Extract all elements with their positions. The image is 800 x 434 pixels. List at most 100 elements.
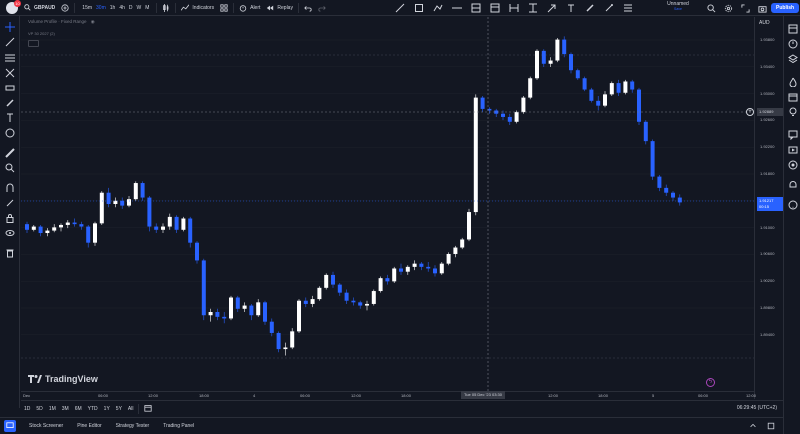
layouts-button[interactable] (217, 0, 231, 16)
candle-body (337, 284, 342, 293)
range-6m[interactable]: 6M (72, 406, 85, 412)
notifications-icon[interactable] (787, 179, 798, 190)
short-position-icon[interactable] (489, 2, 500, 13)
symbol-search[interactable]: GBPAUD (21, 0, 58, 16)
indicator-legend[interactable]: Volume Profile · Fixed Range ◉ (28, 19, 95, 25)
calendar-icon[interactable] (787, 91, 798, 102)
brush-icon[interactable] (584, 2, 595, 13)
camera-icon[interactable] (757, 3, 768, 14)
interval-d[interactable]: D (127, 5, 135, 11)
path-icon[interactable] (432, 2, 443, 13)
tab-trading-panel[interactable]: Trading Panel (156, 423, 201, 429)
chat-icon[interactable] (787, 129, 798, 140)
interval-4h[interactable]: 4h (117, 5, 127, 11)
maximize-panel-icon[interactable] (767, 422, 775, 432)
collapse-legend-button[interactable] (28, 40, 39, 47)
clock-timezone[interactable]: 06:29:45 (UTC+2) (737, 405, 777, 411)
range-5d[interactable]: 5D (33, 406, 45, 412)
trash-icon[interactable] (4, 247, 16, 259)
quick-search-icon[interactable] (706, 3, 717, 14)
rectangle-icon[interactable] (413, 2, 424, 13)
crosshair-icon[interactable] (4, 21, 16, 33)
price-chart[interactable] (21, 17, 754, 391)
pattern-tool-icon[interactable] (4, 82, 16, 94)
pitchfork-tool-icon[interactable] (4, 67, 16, 79)
undo-button[interactable] (301, 0, 315, 16)
range-1y[interactable]: 1Y (101, 406, 113, 412)
indicators-button[interactable]: Indicators (178, 0, 217, 16)
text-icon[interactable] (565, 2, 576, 13)
help-icon[interactable] (787, 199, 798, 210)
range-1d[interactable]: 1D (21, 406, 33, 412)
emoji-icon[interactable] (4, 127, 16, 139)
compare-button[interactable] (58, 0, 72, 16)
time-axis[interactable]: Dec 06:00 12:00 18:00 4 06:00 12:00 18:00 12:00 1… (21, 391, 756, 400)
streams-icon[interactable] (787, 144, 798, 155)
range-3m[interactable]: 3M (59, 406, 72, 412)
publish-button[interactable]: Publish (771, 3, 800, 13)
candle-body (541, 50, 546, 64)
settings-gear-icon[interactable] (723, 3, 734, 14)
date-range-icon[interactable] (508, 2, 519, 13)
alerts-clock-icon[interactable] (787, 38, 798, 49)
range-all[interactable]: All (125, 406, 137, 412)
goto-date-icon[interactable] (144, 404, 153, 414)
divider (233, 2, 235, 13)
redo-button[interactable] (315, 0, 329, 16)
text-tool-icon[interactable] (4, 112, 16, 124)
fullscreen-icon[interactable] (740, 3, 751, 14)
zoom-in-icon[interactable] (4, 162, 16, 174)
trend-line-tool-icon[interactable] (4, 36, 16, 48)
replay-button[interactable]: Replay (263, 0, 296, 16)
lock-icon[interactable] (4, 212, 16, 224)
tab-stock-screener[interactable]: Stock Screener (22, 423, 70, 429)
interval-m[interactable]: M (143, 5, 151, 11)
fib-icon[interactable] (622, 2, 633, 13)
brush-tool-icon[interactable] (4, 97, 16, 109)
lightning-icon[interactable]: ϟ (706, 378, 715, 387)
arrow-marker-icon[interactable] (546, 2, 557, 13)
interval-w[interactable]: W (135, 5, 144, 11)
candle (378, 276, 383, 293)
avatar[interactable]: 10 (6, 0, 21, 14)
range-ytd[interactable]: YTD (85, 406, 101, 412)
watchlist-icon[interactable] (787, 23, 798, 34)
add-alert-plus-icon[interactable]: + (746, 108, 754, 116)
ideas-bulb-icon[interactable] (787, 106, 798, 117)
eye-icon[interactable]: ◉ (91, 19, 95, 24)
collapse-panel-icon[interactable] (749, 422, 757, 432)
range-1m[interactable]: 1M (46, 406, 59, 412)
tab-pine-editor[interactable]: Pine Editor (70, 423, 108, 429)
horizontal-line-icon[interactable] (451, 2, 462, 13)
magnet-icon[interactable] (4, 182, 16, 194)
stay-drawing-icon[interactable] (4, 197, 16, 209)
tab-strategy-tester[interactable]: Strategy Tester (109, 423, 157, 429)
price-range-icon[interactable] (527, 2, 538, 13)
user-menu[interactable]: 10 (0, 0, 21, 16)
top-toolbar: 10 GBPAUD 15m 30m 1h 4h D W M Indicators Alert… (0, 0, 800, 16)
trend-line-icon[interactable] (394, 2, 405, 13)
layout-name-button[interactable]: Unnamed Save (660, 1, 696, 11)
signal-icon[interactable] (787, 159, 798, 170)
alert-button[interactable]: Alert (236, 0, 263, 16)
interval-30m[interactable]: 30m (94, 5, 108, 11)
candle (630, 79, 635, 93)
hotlist-icon[interactable] (787, 76, 798, 87)
candle-body (419, 263, 424, 267)
pitchfork-icon[interactable] (603, 2, 614, 13)
range-5y[interactable]: 5Y (113, 406, 125, 412)
candle (133, 181, 138, 201)
chat-bubble-icon[interactable] (4, 420, 16, 432)
long-position-icon[interactable] (470, 2, 481, 13)
interval-15m[interactable]: 15m (80, 5, 94, 11)
candle (310, 295, 315, 308)
ruler-icon[interactable] (4, 147, 16, 159)
interval-1h[interactable]: 1h (108, 5, 118, 11)
candle (405, 265, 410, 275)
candle (93, 221, 97, 246)
layers-icon[interactable] (787, 53, 798, 64)
eye-icon[interactable] (4, 227, 16, 239)
parallel-channel-icon[interactable] (4, 51, 16, 63)
chart-type-button[interactable] (159, 0, 173, 16)
time-tick: 12:00 (148, 393, 159, 398)
